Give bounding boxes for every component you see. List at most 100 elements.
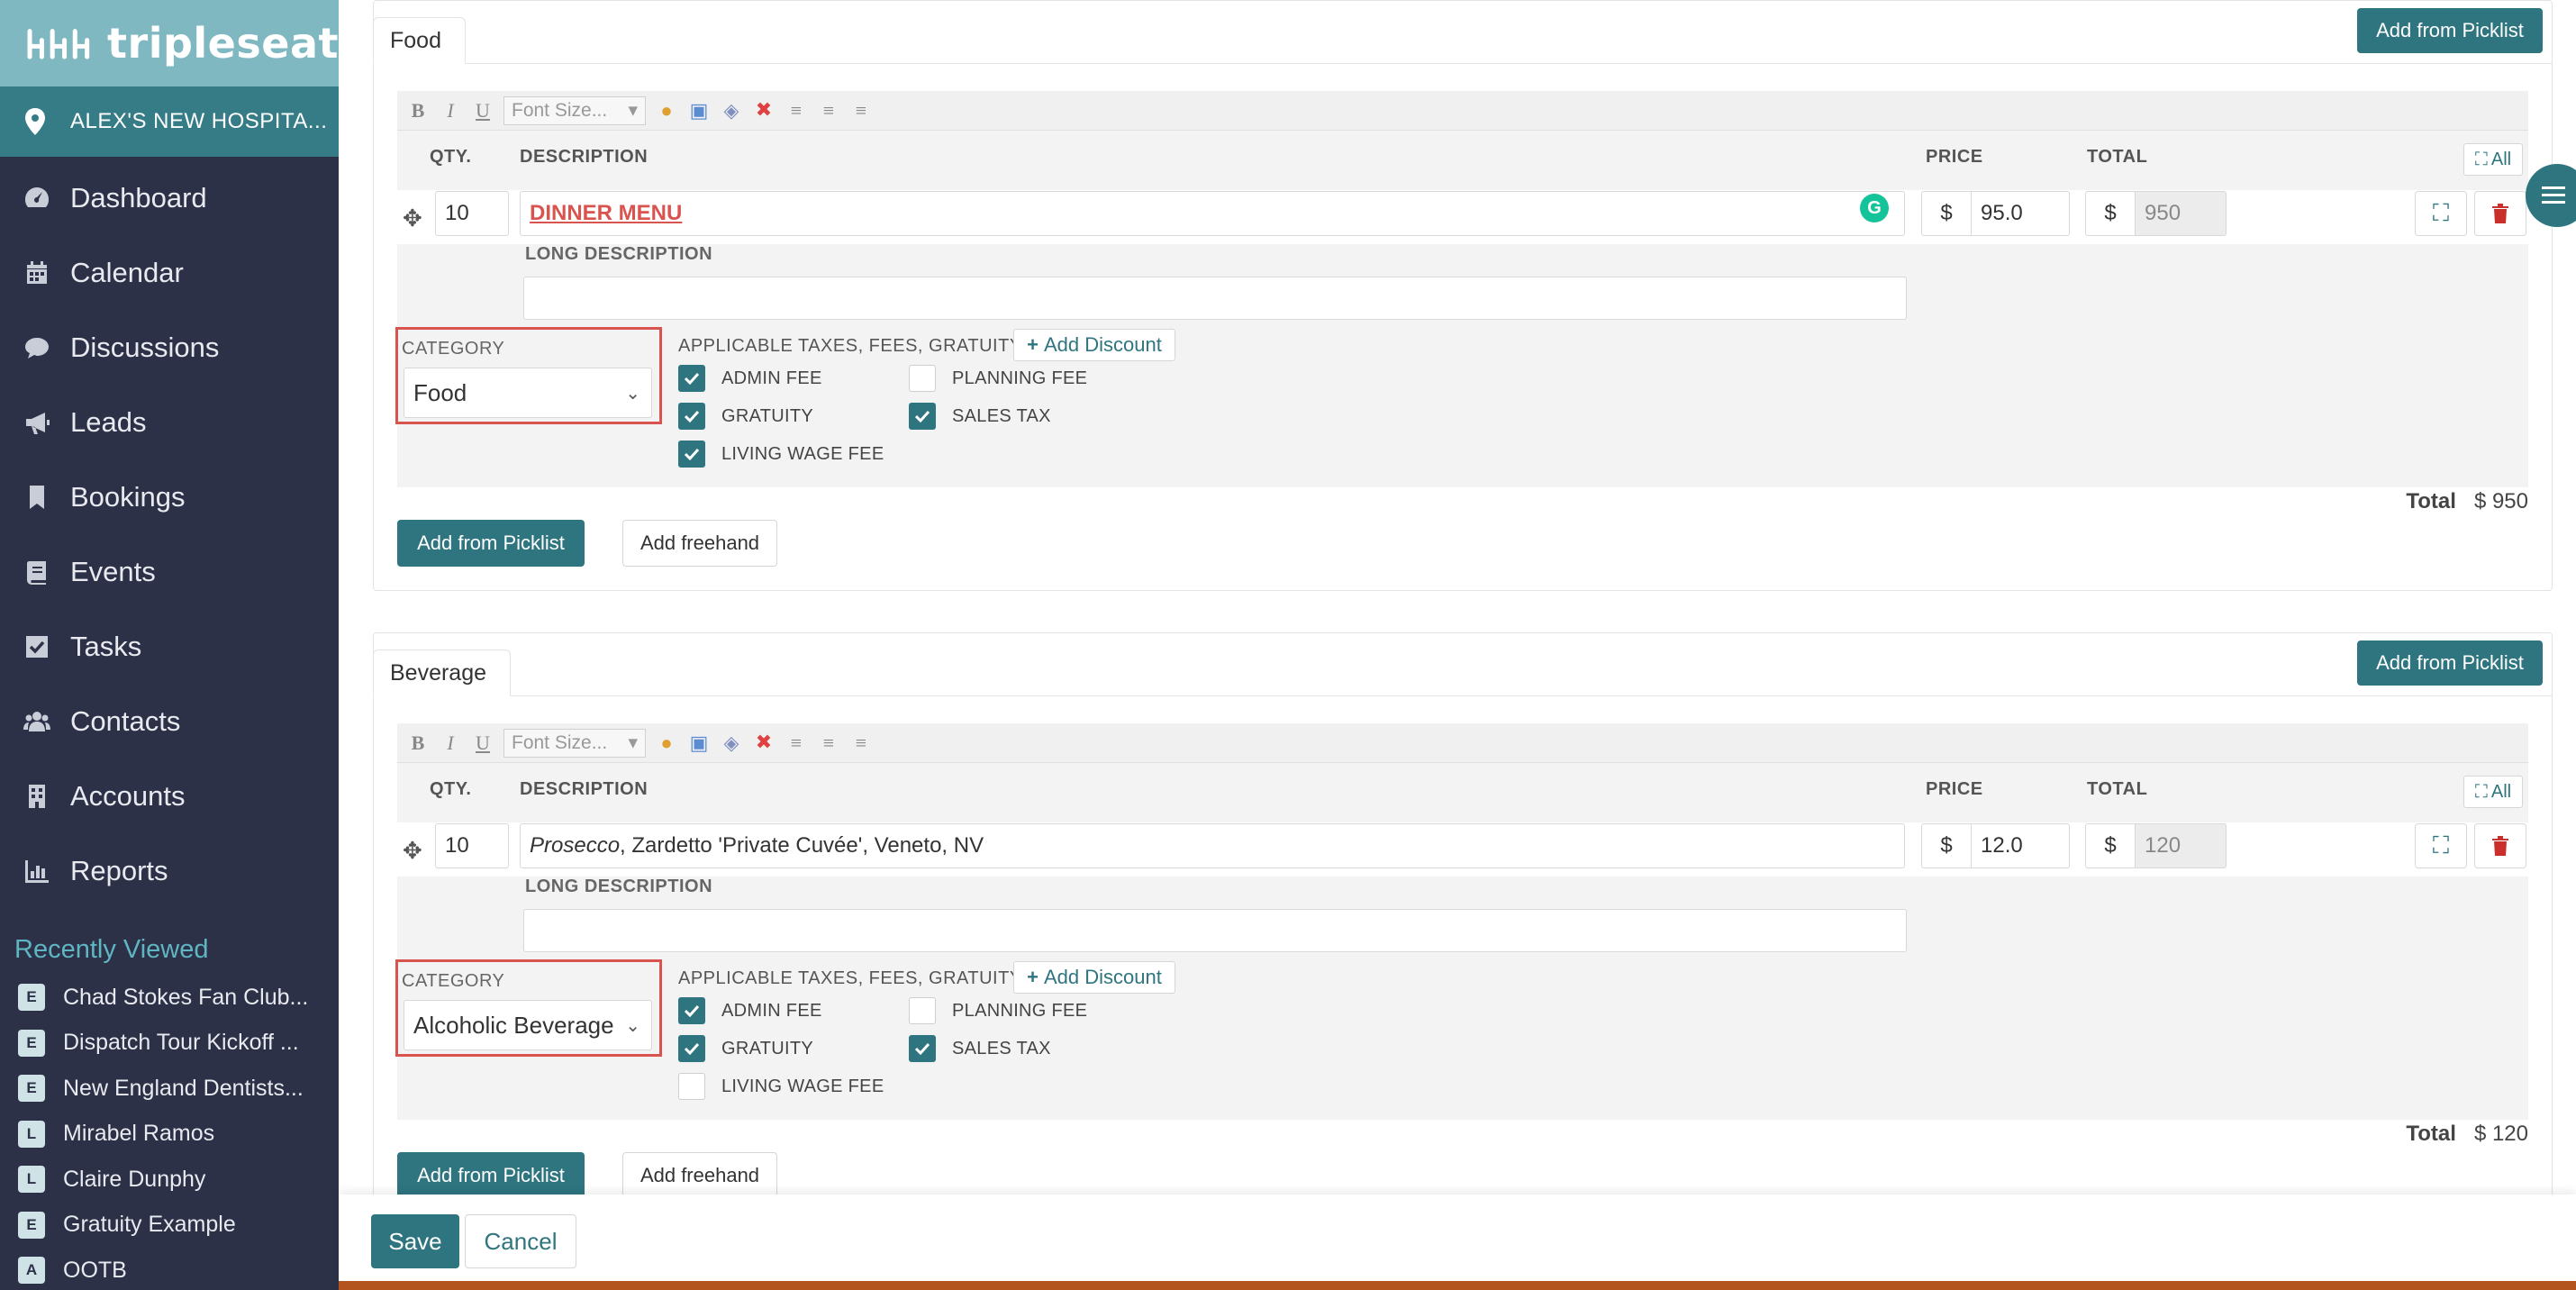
recent-item[interactable]: E Chad Stokes Fan Club... — [0, 975, 339, 1021]
tab-food[interactable]: Food — [373, 17, 466, 64]
add-freehand-button[interactable]: Add freehand — [622, 520, 777, 567]
fee-admin[interactable]: ADMIN FEE — [678, 365, 822, 392]
palette-icon[interactable]: ● — [655, 731, 678, 755]
fee-gratuity[interactable]: GRATUITY — [678, 403, 813, 430]
delete-row-button[interactable] — [2474, 191, 2526, 236]
brand-header[interactable]: tripleseat — [0, 0, 339, 86]
checkbox-checked[interactable] — [678, 1035, 705, 1062]
align-right-icon[interactable]: ≡ — [849, 99, 873, 123]
image-icon[interactable]: ▣ — [687, 731, 711, 755]
fee-gratuity[interactable]: GRATUITY — [678, 1035, 813, 1062]
long-description-input[interactable] — [523, 277, 1907, 320]
align-center-icon[interactable]: ≡ — [817, 731, 840, 755]
tab-beverage[interactable]: Beverage — [373, 650, 512, 696]
checkbox-checked[interactable] — [678, 403, 705, 430]
recent-item[interactable]: L Claire Dunphy — [0, 1157, 339, 1203]
price-input[interactable]: 95.0 — [1971, 191, 2070, 236]
add-freehand-button[interactable]: Add freehand — [622, 1152, 777, 1199]
description-input[interactable]: Prosecco, Zardetto 'Private Cuvée', Vene… — [520, 823, 1905, 868]
nav-item-tasks[interactable]: Tasks — [0, 609, 339, 684]
recent-item[interactable]: E Dispatch Tour Kickoff ... — [0, 1021, 339, 1067]
checkbox-checked[interactable] — [909, 1035, 936, 1062]
remove-format-icon[interactable]: ✖ — [752, 731, 776, 755]
image-icon[interactable]: ▣ — [687, 99, 711, 123]
bold-button[interactable]: B — [406, 731, 430, 755]
checkbox-unchecked[interactable] — [909, 997, 936, 1024]
add-discount-button[interactable]: + Add Discount — [1013, 329, 1175, 361]
underline-button[interactable]: U — [471, 99, 494, 123]
add-discount-button[interactable]: + Add Discount — [1013, 961, 1175, 994]
bold-button[interactable]: B — [406, 99, 430, 123]
expand-all-button[interactable]: ⛶ All — [2463, 143, 2523, 176]
delete-row-button[interactable] — [2474, 823, 2526, 868]
save-button[interactable]: Save — [371, 1214, 459, 1268]
add-from-picklist-button[interactable]: Add from Picklist — [397, 1152, 585, 1199]
recent-item[interactable]: E New England Dentists... — [0, 1066, 339, 1112]
nav-item-dashboard[interactable]: Dashboard — [0, 160, 339, 235]
font-size-select[interactable]: Font Size... ▾ — [503, 95, 646, 125]
nav-item-bookings[interactable]: Bookings — [0, 459, 339, 534]
total-value: $ 120 — [2473, 1122, 2528, 1146]
expand-row-button[interactable]: ⛶ — [2415, 191, 2467, 236]
format-icon[interactable]: ◈ — [720, 99, 743, 123]
category-label: CATEGORY — [402, 971, 505, 991]
grammarly-icon[interactable]: G — [1860, 194, 1889, 223]
description-input[interactable]: DINNER MENU — [520, 191, 1905, 236]
add-from-picklist-button[interactable]: Add from Picklist — [2357, 8, 2543, 53]
checkbox-unchecked[interactable] — [909, 365, 936, 392]
nav-item-accounts[interactable]: Accounts — [0, 759, 339, 833]
category-select[interactable]: Food ⌄ — [404, 368, 652, 418]
cancel-button[interactable]: Cancel — [465, 1214, 576, 1268]
fee-sales-tax[interactable]: SALES TAX — [909, 1035, 1051, 1062]
add-from-picklist-button[interactable]: Add from Picklist — [397, 520, 585, 567]
align-right-icon[interactable]: ≡ — [849, 731, 873, 755]
format-icon[interactable]: ◈ — [720, 731, 743, 755]
checkbox-unchecked[interactable] — [678, 1073, 705, 1100]
checkbox-checked[interactable] — [909, 403, 936, 430]
align-left-icon[interactable]: ≡ — [785, 731, 808, 755]
nav-item-calendar[interactable]: Calendar — [0, 235, 339, 310]
nav-item-contacts[interactable]: Contacts — [0, 684, 339, 759]
category-highlight: CATEGORY Alcoholic Beverage ⌄ — [395, 959, 662, 1057]
qty-input[interactable]: 10 — [435, 191, 509, 236]
price-input[interactable]: 12.0 — [1971, 823, 2070, 868]
fee-planning[interactable]: PLANNING FEE — [909, 365, 1087, 392]
expand-all-button[interactable]: ⛶ All — [2463, 776, 2523, 808]
recent-label: OOTB — [63, 1257, 127, 1283]
category-select[interactable]: Alcoholic Beverage ⌄ — [404, 1000, 652, 1050]
align-center-icon[interactable]: ≡ — [817, 99, 840, 123]
tab-divider — [374, 63, 2552, 64]
fee-planning[interactable]: PLANNING FEE — [909, 997, 1087, 1024]
remove-format-icon[interactable]: ✖ — [752, 99, 776, 123]
recent-item[interactable]: E Gratuity Example — [0, 1203, 339, 1249]
fee-living-wage[interactable]: LIVING WAGE FEE — [678, 1073, 884, 1100]
fee-living-wage[interactable]: LIVING WAGE FEE — [678, 441, 884, 468]
add-from-picklist-button[interactable]: Add from Picklist — [2357, 640, 2543, 686]
italic-button[interactable]: I — [439, 99, 462, 123]
font-size-select[interactable]: Font Size... ▾ — [503, 728, 646, 758]
checkbox-checked[interactable] — [678, 441, 705, 468]
underline-button[interactable]: U — [471, 731, 494, 755]
checkbox-checked[interactable] — [678, 997, 705, 1024]
fee-sales-tax[interactable]: SALES TAX — [909, 403, 1051, 430]
drag-handle-icon[interactable]: ✥ — [403, 837, 422, 865]
checkbox-checked[interactable] — [678, 365, 705, 392]
venue-selector[interactable]: ALEX'S NEW HOSPITA... — [0, 86, 339, 157]
palette-icon[interactable]: ● — [655, 99, 678, 123]
line-total-field: 120 — [2135, 823, 2227, 868]
qty-input[interactable]: 10 — [435, 823, 509, 868]
nav-item-reports[interactable]: Reports — [0, 833, 339, 908]
recent-item[interactable]: L Mirabel Ramos — [0, 1112, 339, 1158]
nav-item-discussions[interactable]: Discussions — [0, 310, 339, 385]
expand-all-label: All — [2490, 781, 2512, 802]
fee-admin[interactable]: ADMIN FEE — [678, 997, 822, 1024]
nav-item-events[interactable]: Events — [0, 534, 339, 609]
italic-button[interactable]: I — [439, 731, 462, 755]
fee-label: SALES TAX — [952, 1038, 1051, 1058]
drag-handle-icon[interactable]: ✥ — [403, 204, 422, 232]
recent-item[interactable]: A OOTB — [0, 1248, 339, 1290]
expand-row-button[interactable]: ⛶ — [2415, 823, 2467, 868]
nav-item-leads[interactable]: Leads — [0, 385, 339, 459]
long-description-input[interactable] — [523, 909, 1907, 952]
align-left-icon[interactable]: ≡ — [785, 99, 808, 123]
